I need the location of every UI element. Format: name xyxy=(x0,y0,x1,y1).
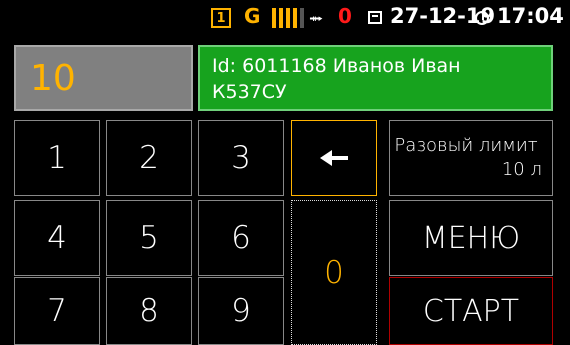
network-type-label: G xyxy=(244,4,261,28)
backspace-button[interactable] xyxy=(291,120,377,196)
client-card-panel: Id: 6011168 Иванов Иван К537СУ xyxy=(198,45,553,111)
key-0[interactable]: 0 xyxy=(291,200,377,345)
status-time: 17:04 xyxy=(497,4,564,28)
key-2[interactable]: 2 xyxy=(106,120,192,196)
usb-status-value: 0 xyxy=(338,4,352,28)
start-button[interactable]: СТАРТ xyxy=(389,277,553,345)
menu-button[interactable]: МЕНЮ xyxy=(389,200,553,276)
key-1[interactable]: 1 xyxy=(14,120,100,196)
key-6[interactable]: 6 xyxy=(198,200,284,276)
sim-card-icon: 1 xyxy=(211,8,231,28)
limit-label: Разовый лимит xyxy=(394,135,538,156)
single-limit-button[interactable]: Разовый лимит 10 л xyxy=(389,120,553,196)
key-3[interactable]: 3 xyxy=(198,120,284,196)
calendar-icon xyxy=(368,11,382,24)
usb-icon: ⭼ xyxy=(309,8,324,30)
backspace-arrow-icon xyxy=(320,150,348,166)
signal-strength-icon xyxy=(272,8,304,28)
quantity-display[interactable]: 10 xyxy=(14,45,193,111)
key-7[interactable]: 7 xyxy=(14,277,100,345)
quantity-value: 10 xyxy=(30,57,76,99)
key-9[interactable]: 9 xyxy=(198,277,284,345)
key-5[interactable]: 5 xyxy=(106,200,192,276)
limit-value: 10 л xyxy=(501,159,542,180)
client-plate: К537СУ xyxy=(212,81,287,103)
client-id-name: Id: 6011168 Иванов Иван xyxy=(212,55,461,77)
clock-icon xyxy=(475,11,489,25)
key-4[interactable]: 4 xyxy=(14,200,100,276)
key-8[interactable]: 8 xyxy=(106,277,192,345)
